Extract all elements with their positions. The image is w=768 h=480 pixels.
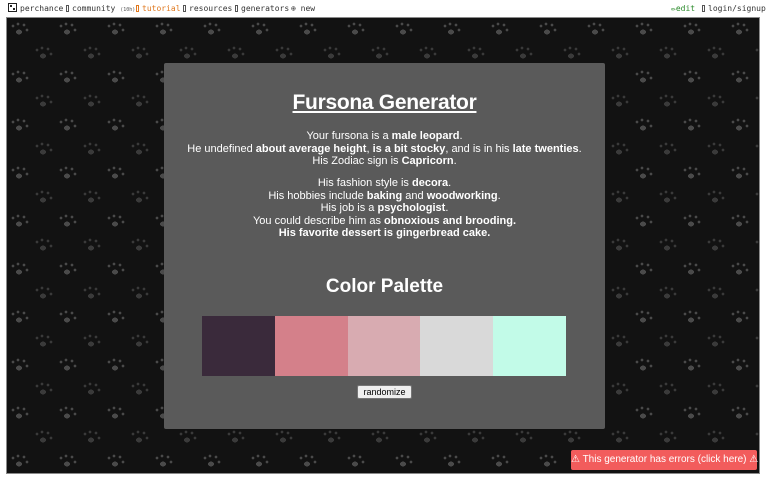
description-block-2: His fashion style is decora. His hobbies … bbox=[164, 177, 605, 240]
description-text: . bbox=[453, 155, 457, 168]
trait-value: male leopard bbox=[391, 130, 460, 142]
description-line: His job is a psychologist. bbox=[164, 202, 605, 215]
new-link[interactable]: ⊕ new bbox=[291, 3, 315, 14]
login-link[interactable]: login/signup bbox=[702, 3, 766, 14]
color-swatch-5 bbox=[493, 316, 566, 376]
community-link[interactable]: community (10h) bbox=[66, 3, 135, 16]
description-line: His fashion style is decora. bbox=[164, 177, 605, 190]
description-line: His hobbies include baking and woodworki… bbox=[164, 190, 605, 203]
description-text: . bbox=[459, 130, 463, 142]
login-icon bbox=[702, 5, 705, 12]
randomize-button[interactable]: randomize bbox=[357, 385, 412, 399]
color-swatch-3 bbox=[347, 316, 421, 376]
trait-value: psychologist bbox=[377, 202, 446, 215]
trait-value: baking bbox=[366, 189, 403, 202]
description-text: . bbox=[578, 142, 582, 155]
page-title: Fursona Generator bbox=[292, 91, 477, 114]
perchance-logo-icon bbox=[8, 3, 17, 12]
plus-circle-icon: ⊕ bbox=[291, 4, 296, 13]
tutorial-link[interactable]: tutorial bbox=[136, 3, 181, 14]
description-text: . bbox=[497, 189, 501, 202]
error-badge[interactable]: ⚠ This generator has errors (click here)… bbox=[571, 450, 758, 470]
description-line: He undefined about average height, is a … bbox=[164, 143, 605, 156]
color-swatch-2 bbox=[274, 316, 348, 376]
description-text: and bbox=[402, 189, 427, 202]
trait-value: decora bbox=[412, 177, 449, 189]
resources-link[interactable]: resources bbox=[183, 3, 232, 14]
description-text: . bbox=[445, 202, 449, 215]
description-text: Your fursona is a bbox=[306, 130, 392, 142]
trait-value: about average height bbox=[255, 142, 367, 155]
trait-value: Capricorn bbox=[401, 155, 454, 168]
brand-link[interactable]: perchance bbox=[8, 3, 63, 14]
description-text: , and is in his bbox=[445, 142, 513, 155]
color-swatch-4 bbox=[420, 316, 494, 376]
description-text: His job is a bbox=[320, 202, 378, 215]
description-line: You could describe him as obnoxious and … bbox=[164, 215, 605, 228]
description-block-1: Your fursona is a male leopard. He undefi… bbox=[164, 130, 605, 168]
description-text: His fashion style is bbox=[317, 177, 412, 189]
palette-title: Color Palette bbox=[325, 276, 444, 297]
trait-value: woodworking bbox=[426, 189, 498, 202]
description-text: His hobbies include bbox=[268, 189, 367, 202]
description-line: His Zodiac sign is Capricorn. bbox=[164, 155, 605, 168]
trait-value: late twenties bbox=[512, 142, 579, 155]
tutorial-icon bbox=[136, 5, 139, 12]
community-icon bbox=[66, 5, 69, 12]
description-line: His favorite dessert is gingerbread cake… bbox=[164, 227, 605, 240]
trait-value: His favorite dessert is gingerbread cake… bbox=[278, 227, 491, 240]
description-text: . bbox=[448, 177, 452, 189]
description-text: His Zodiac sign is bbox=[312, 155, 402, 168]
description-line: Your fursona is a male leopard. bbox=[164, 130, 605, 143]
trait-value: is a bit stocky bbox=[372, 142, 446, 155]
color-swatch-1 bbox=[202, 316, 275, 376]
edit-link[interactable]: ✏edit bbox=[671, 3, 695, 14]
trait-value: obnoxious and brooding. bbox=[384, 214, 517, 227]
generators-icon bbox=[235, 5, 238, 12]
color-palette bbox=[202, 316, 566, 376]
top-nav: perchance community (10h) tutorial resou… bbox=[0, 0, 768, 16]
generator-card: Fursona Generator Your fursona is a male… bbox=[164, 63, 605, 429]
description-text: He undefined bbox=[187, 142, 256, 155]
resources-icon bbox=[183, 5, 186, 12]
description-text: You could describe him as bbox=[252, 214, 385, 227]
generators-link[interactable]: generators bbox=[235, 3, 289, 14]
